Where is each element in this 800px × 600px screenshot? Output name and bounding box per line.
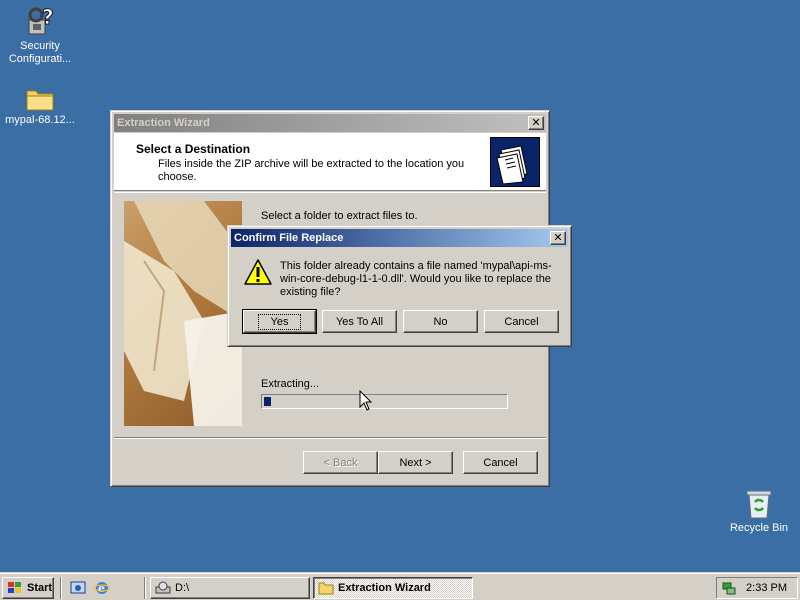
internet-explorer-icon[interactable]: e xyxy=(94,580,110,596)
clock[interactable]: 2:33 PM xyxy=(746,582,787,594)
confirm-close-button[interactable]: ✕ xyxy=(550,231,566,245)
task-button-drive-d[interactable]: D:\ xyxy=(150,577,310,599)
wizard-header-subtitle: Files inside the ZIP archive will be ext… xyxy=(158,158,465,183)
no-button[interactable]: No xyxy=(403,310,478,333)
warning-icon xyxy=(244,259,272,285)
security-config-icon: ? xyxy=(28,5,54,35)
back-button[interactable]: < Back xyxy=(303,451,378,474)
confirm-message: This folder already contains a file name… xyxy=(280,260,552,298)
network-tray-icon[interactable] xyxy=(721,580,737,596)
wizard-folders-icon xyxy=(490,137,540,187)
wizard-header: Select a Destination Files inside the ZI… xyxy=(114,133,546,191)
desktop-icon-security-config[interactable]: ? Security Configurati... xyxy=(0,4,80,66)
taskbar-divider xyxy=(60,577,62,599)
progress-fill xyxy=(264,397,272,406)
desktop-icon-recycle-bin[interactable]: Recycle Bin xyxy=(719,488,799,535)
confirm-titlebar[interactable]: Confirm File Replace ✕ xyxy=(231,229,568,247)
svg-text:e: e xyxy=(98,582,105,595)
taskbar: Start e D:\ Extraction Wizard 2:33 PM xyxy=(0,572,800,600)
system-tray: 2:33 PM xyxy=(716,577,798,599)
show-desktop-icon[interactable] xyxy=(70,580,86,596)
task-button-extraction-wizard[interactable]: Extraction Wizard xyxy=(313,577,473,599)
mouse-cursor-icon xyxy=(359,390,373,411)
recycle-bin-icon xyxy=(746,490,772,519)
desktop-icon-label: mypal-68.12... xyxy=(5,114,75,126)
confirm-title: Confirm File Replace xyxy=(234,232,344,244)
svg-text:?: ? xyxy=(42,5,54,29)
close-icon: ✕ xyxy=(531,116,541,129)
confirm-file-replace-dialog: Confirm File Replace ✕ This folder alrea… xyxy=(227,225,572,347)
wizard-close-button[interactable]: ✕ xyxy=(528,116,544,130)
yes-to-all-button[interactable]: Yes To All xyxy=(322,310,397,333)
desktop-icon-label: Recycle Bin xyxy=(729,522,789,534)
yes-button[interactable]: Yes xyxy=(242,309,317,334)
close-icon: ✕ xyxy=(553,231,563,244)
wizard-cancel-button[interactable]: Cancel xyxy=(463,451,538,474)
confirm-cancel-button[interactable]: Cancel xyxy=(484,310,559,333)
folder-icon xyxy=(318,582,334,595)
windows-logo-icon xyxy=(8,582,21,593)
extraction-progress-bar xyxy=(261,394,508,409)
select-folder-text: Select a folder to extract files to. xyxy=(261,210,418,222)
wizard-header-highlight xyxy=(114,192,546,193)
start-button[interactable]: Start xyxy=(2,577,54,599)
drive-icon xyxy=(155,581,171,594)
wizard-side-image xyxy=(124,201,242,426)
desktop-icon-mypal-folder[interactable]: mypal-68.12... xyxy=(0,86,80,127)
wizard-header-title: Select a Destination xyxy=(136,142,251,156)
wizard-titlebar[interactable]: Extraction Wizard ✕ xyxy=(114,114,546,132)
taskbar-divider xyxy=(144,577,146,599)
folder-icon xyxy=(26,90,54,111)
desktop-icon-label: Security Configurati... xyxy=(8,40,72,65)
wizard-separator xyxy=(114,437,546,439)
extracting-label: Extracting... xyxy=(261,378,320,390)
wizard-title: Extraction Wizard xyxy=(117,117,210,129)
next-button[interactable]: Next > xyxy=(378,451,453,474)
